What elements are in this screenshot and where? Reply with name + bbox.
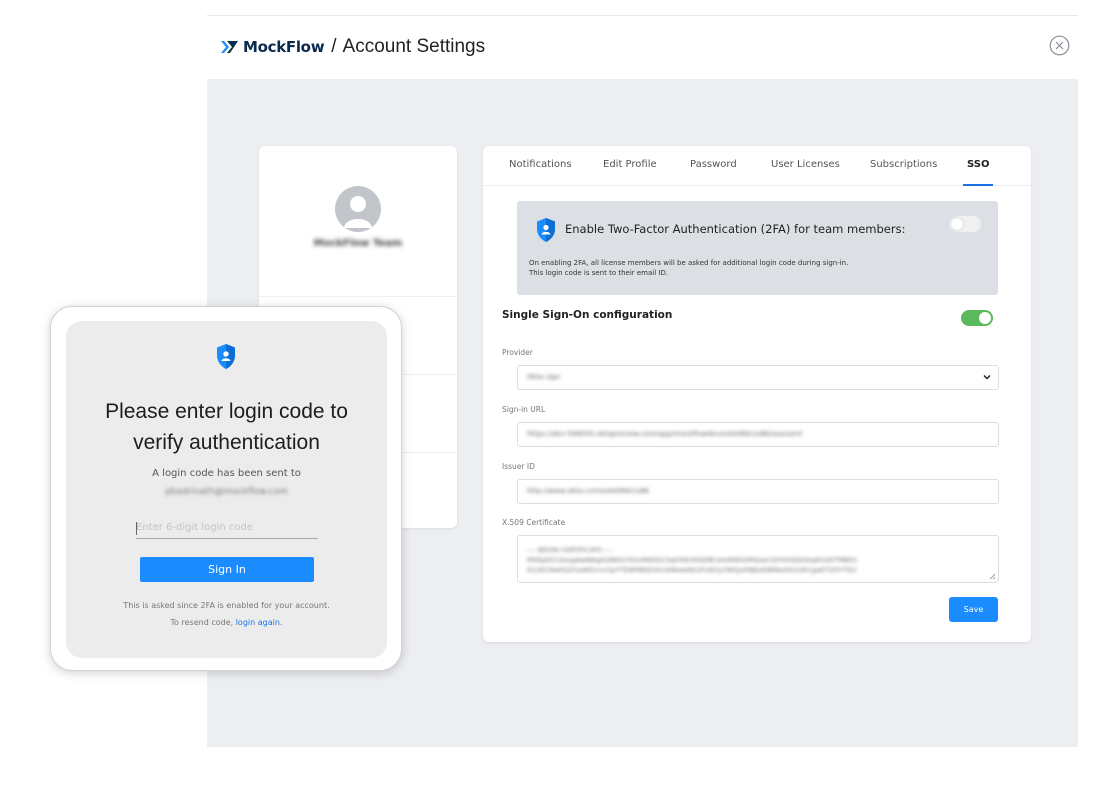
- tab-user-licenses[interactable]: User Licenses: [771, 159, 840, 170]
- certificate-line: -----BEGIN CERTIFICATE-----: [527, 546, 614, 554]
- shield-user-icon: [217, 344, 235, 369]
- active-tab-indicator: [963, 184, 993, 186]
- tab-subscriptions[interactable]: Subscriptions: [870, 159, 937, 170]
- issuer-id-input[interactable]: http://www.okta.com/exkb9bk1s86: [517, 479, 999, 504]
- user-avatar-icon: [335, 186, 381, 232]
- title-separator: /: [331, 36, 337, 57]
- toggle-knob: [979, 312, 991, 324]
- logo-text: MockFlow: [243, 38, 325, 56]
- login-code-panel: Please enter login code to verify authen…: [66, 321, 387, 658]
- login-note: This is asked since 2FA is enabled for y…: [123, 601, 330, 610]
- certificate-line: A1UECAwKQ2FsaWZvcm5pYTEWMBQGA1UEBwwNU2Fu…: [527, 566, 857, 574]
- top-divider: [207, 15, 1078, 16]
- sso-heading: Single Sign-On configuration: [502, 309, 673, 321]
- provider-label: Provider: [502, 348, 533, 357]
- login-title-line: verify authentication: [133, 431, 320, 454]
- resend-prefix: To resend code,: [170, 618, 236, 627]
- twofa-panel: Enable Two-Factor Authentication (2FA) f…: [517, 201, 998, 295]
- resend-suffix: .: [279, 618, 283, 627]
- twofa-toggle[interactable]: [949, 216, 981, 232]
- certificate-label: X.509 Certificate: [502, 518, 566, 527]
- signin-url-label: Sign-in URL: [502, 405, 546, 414]
- tab-notifications[interactable]: Notifications: [509, 159, 572, 170]
- provider-value: Okta sign: [527, 373, 561, 381]
- sign-in-button[interactable]: Sign In: [140, 557, 314, 582]
- twofa-desc-line: This login code is sent to their email I…: [529, 269, 669, 277]
- chevron-down-icon: [983, 374, 991, 380]
- account-settings-page: MockFlow / Account Settings MockFlow Tea…: [0, 0, 1120, 793]
- tab-edit-profile[interactable]: Edit Profile: [603, 159, 657, 170]
- page-header: MockFlow / Account Settings: [221, 34, 485, 60]
- signin-url-value: https://dev-598050.oktapreview.com/app/m…: [527, 430, 803, 438]
- provider-select[interactable]: Okta sign: [517, 365, 999, 390]
- save-button[interactable]: Save: [949, 597, 998, 622]
- sso-toggle[interactable]: [961, 310, 993, 326]
- profile-divider: [259, 296, 457, 297]
- twofa-description: On enabling 2FA, all license members wil…: [529, 258, 848, 278]
- login-subtitle: A login code has been sent to: [152, 468, 301, 479]
- page-title: Account Settings: [342, 36, 486, 57]
- login-code-input[interactable]: [136, 517, 318, 539]
- settings-card: Notifications Edit Profile Password User…: [483, 146, 1031, 642]
- shield-user-icon: [537, 218, 555, 242]
- tab-password[interactable]: Password: [690, 159, 737, 170]
- close-icon[interactable]: [1049, 35, 1070, 56]
- signin-url-input[interactable]: https://dev-598050.oktapreview.com/app/m…: [517, 422, 999, 447]
- certificate-line: MIIDpDCCAoygAwIBAgIGAWZxYK2xMA0GCSqGSIb3…: [527, 556, 857, 564]
- twofa-title: Enable Two-Factor Authentication (2FA) f…: [565, 222, 906, 236]
- profile-name: MockFlow Team: [313, 238, 403, 249]
- issuer-id-value: http://www.okta.com/exkb9bk1s86: [527, 487, 649, 495]
- login-title: Please enter login code to verify authen…: [66, 396, 387, 458]
- resend-note: To resend code, login again.: [66, 618, 387, 627]
- login-again-link[interactable]: login again: [236, 618, 280, 627]
- login-email: pbadrinath@mockflow.com: [165, 487, 288, 497]
- mockflow-logo-icon: [221, 41, 238, 53]
- login-code-dialog: Please enter login code to verify authen…: [50, 306, 402, 671]
- twofa-desc-line: On enabling 2FA, all license members wil…: [529, 259, 849, 267]
- settings-tabs: Notifications Edit Profile Password User…: [483, 146, 1031, 186]
- text-caret: [136, 522, 137, 535]
- certificate-textarea[interactable]: -----BEGIN CERTIFICATE----- MIIDpDCCAoyg…: [517, 535, 999, 583]
- toggle-knob: [951, 218, 963, 230]
- tab-sso[interactable]: SSO: [967, 159, 989, 170]
- login-title-line: Please enter login code to: [105, 400, 348, 423]
- resize-handle-icon[interactable]: [989, 573, 996, 580]
- issuer-id-label: Issuer ID: [502, 462, 535, 471]
